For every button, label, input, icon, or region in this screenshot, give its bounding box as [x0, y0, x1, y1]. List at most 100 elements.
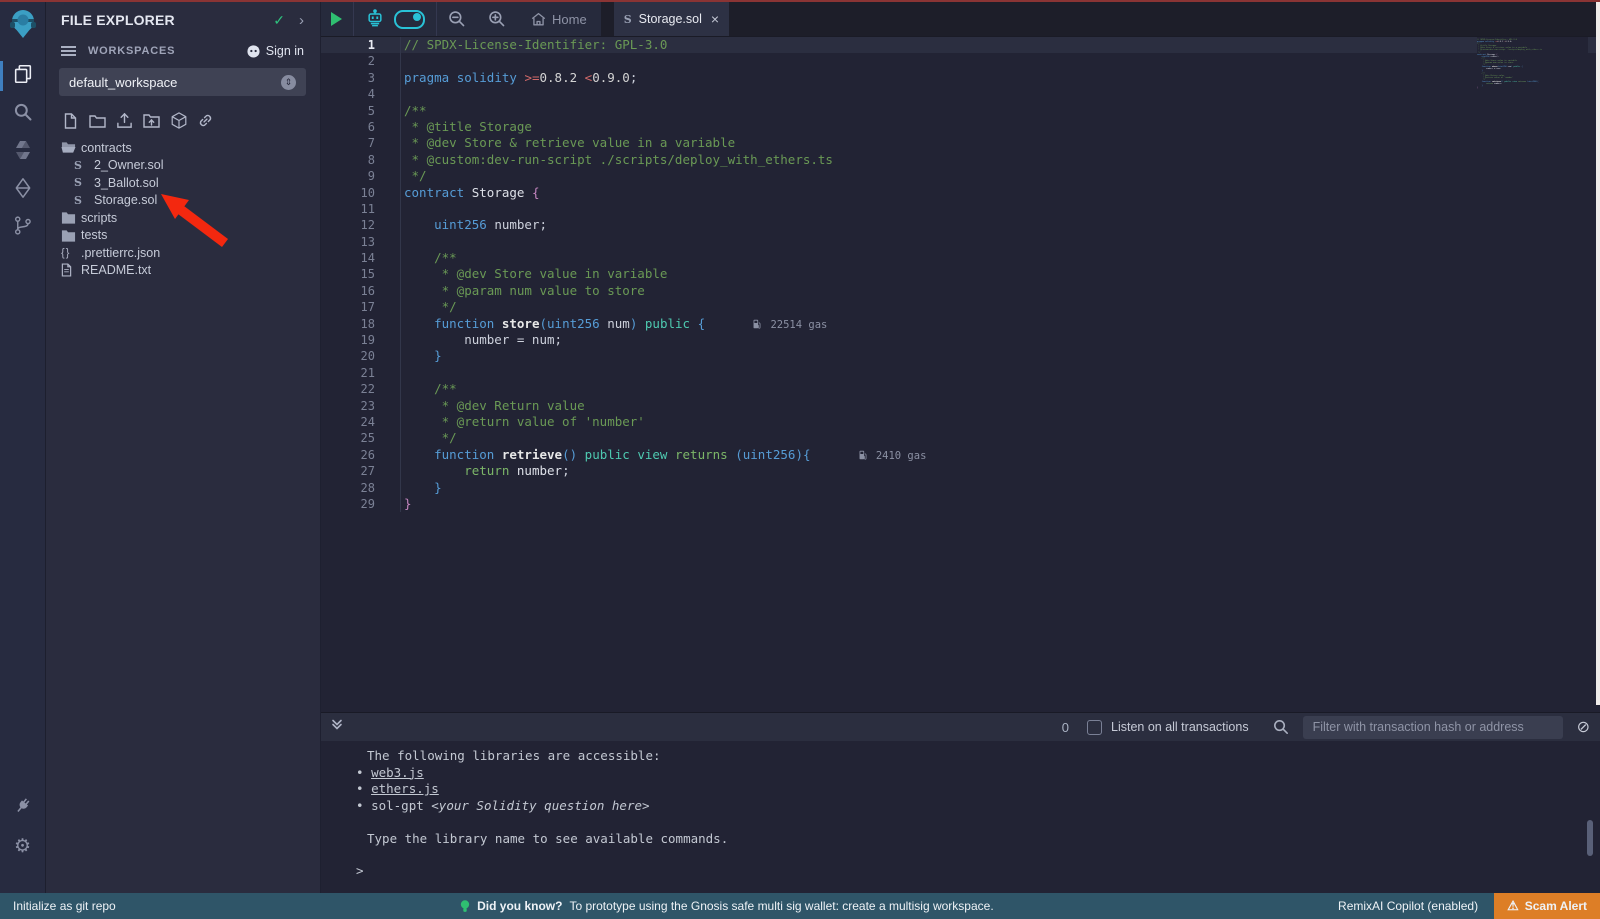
- line-number[interactable]: 12: [320, 217, 400, 233]
- cube-icon[interactable]: [170, 112, 187, 129]
- run-script-button[interactable]: [320, 2, 353, 36]
- line-number[interactable]: 14: [320, 250, 400, 266]
- code-line-25[interactable]: */: [401, 430, 1600, 446]
- file-tree-item-3_Ballot.sol[interactable]: S3_Ballot.sol: [45, 174, 320, 192]
- terminal-search-icon[interactable]: [1273, 719, 1289, 735]
- line-number[interactable]: 29: [320, 496, 400, 512]
- line-number[interactable]: 20: [320, 348, 400, 364]
- file-tree-item-scripts[interactable]: scripts: [45, 209, 320, 227]
- upload-file-icon[interactable]: [116, 112, 133, 129]
- line-number[interactable]: 21: [320, 365, 400, 381]
- sidebar-item-deploy-and-run[interactable]: [0, 171, 45, 209]
- home-tab-button[interactable]: Home: [517, 12, 601, 27]
- hamburger-menu-icon[interactable]: [61, 45, 76, 57]
- line-number[interactable]: 7: [320, 135, 400, 151]
- zoom-out-button[interactable]: [437, 2, 477, 36]
- minimap[interactable]: // SPDX-License-Identifier: GPL-3.0pragm…: [1477, 37, 1588, 712]
- terminal-link[interactable]: ethers.js: [371, 781, 439, 796]
- copilot-toggle[interactable]: [394, 10, 425, 29]
- line-number[interactable]: 6: [320, 119, 400, 135]
- sidebar-item-file-explorer[interactable]: [0, 57, 45, 95]
- line-number[interactable]: 11: [320, 201, 400, 217]
- scam-alert-button[interactable]: ⚠ Scam Alert: [1494, 893, 1600, 919]
- remix-logo-icon[interactable]: [8, 8, 38, 45]
- copilot-status[interactable]: RemixAI Copilot (enabled): [1338, 899, 1478, 913]
- code-line-23[interactable]: * @dev Return value: [401, 398, 1600, 414]
- code-line-4[interactable]: [401, 86, 1600, 102]
- clear-console-icon[interactable]: ⊘: [1577, 717, 1590, 737]
- code-line-9[interactable]: */: [401, 168, 1600, 184]
- collapse-terminal-icon[interactable]: [331, 718, 343, 736]
- code-line-26[interactable]: function retrieve() public view returns …: [401, 447, 1600, 463]
- line-number[interactable]: 2: [320, 53, 400, 69]
- terminal-link[interactable]: web3.js: [371, 765, 424, 780]
- line-number[interactable]: 16: [320, 283, 400, 299]
- code-line-5[interactable]: /**: [401, 103, 1600, 119]
- code-line-10[interactable]: contract Storage {: [401, 185, 1600, 201]
- line-number[interactable]: 5: [320, 103, 400, 119]
- line-number[interactable]: 8: [320, 152, 400, 168]
- ai-copilot-button[interactable]: [354, 2, 436, 36]
- sign-in-button[interactable]: Sign in: [246, 44, 304, 58]
- terminal-prompt[interactable]: >: [356, 863, 1600, 880]
- code-line-18[interactable]: function store(uint256 num) public { 225…: [401, 316, 1600, 332]
- code-line-15[interactable]: * @dev Store value in variable: [401, 266, 1600, 282]
- code-line-20[interactable]: }: [401, 348, 1600, 364]
- line-number[interactable]: 19: [320, 332, 400, 348]
- link-icon[interactable]: [197, 112, 214, 129]
- tab-storage-sol[interactable]: S Storage.sol ×: [614, 2, 729, 36]
- sidebar-item-settings[interactable]: ⚙: [0, 827, 45, 865]
- upload-folder-icon[interactable]: [143, 112, 160, 129]
- line-number[interactable]: 24: [320, 414, 400, 430]
- code-line-16[interactable]: * @param num value to store: [401, 283, 1600, 299]
- zoom-in-button[interactable]: [477, 2, 517, 36]
- line-number[interactable]: 10: [320, 185, 400, 201]
- new-file-icon[interactable]: [62, 112, 79, 129]
- line-number[interactable]: 25: [320, 430, 400, 446]
- line-number[interactable]: 3: [320, 70, 400, 86]
- sidebar-item-git[interactable]: [0, 209, 45, 247]
- terminal-scrollbar[interactable]: [1587, 820, 1593, 856]
- code-line-24[interactable]: * @return value of 'number': [401, 414, 1600, 430]
- code-line-11[interactable]: [401, 201, 1600, 217]
- code-line-21[interactable]: [401, 365, 1600, 381]
- file-tree-item-2_Owner.sol[interactable]: S2_Owner.sol: [45, 157, 320, 175]
- code-line-28[interactable]: }: [401, 480, 1600, 496]
- code-line-14[interactable]: /**: [401, 250, 1600, 266]
- listen-label[interactable]: Listen on all transactions: [1111, 720, 1249, 734]
- sidebar-item-solidity-compiler[interactable]: [0, 133, 45, 171]
- accept-check-icon[interactable]: ✓: [273, 12, 285, 29]
- code-line-3[interactable]: pragma solidity >=0.8.2 <0.9.0;: [401, 70, 1600, 86]
- file-tree-item-tests[interactable]: tests: [45, 227, 320, 245]
- file-tree-item-Storage.sol[interactable]: SStorage.sol: [45, 192, 320, 210]
- code-line-2[interactable]: [401, 53, 1600, 69]
- git-init-button[interactable]: Initialize as git repo: [13, 899, 116, 913]
- code-line-6[interactable]: * @title Storage: [401, 119, 1600, 135]
- sidebar-item-search[interactable]: [0, 95, 45, 133]
- code-line-8[interactable]: * @custom:dev-run-script ./scripts/deplo…: [401, 152, 1600, 168]
- line-number[interactable]: 17: [320, 299, 400, 315]
- line-number[interactable]: 27: [320, 463, 400, 479]
- code-line-27[interactable]: return number;: [401, 463, 1600, 479]
- line-number[interactable]: 4: [320, 86, 400, 102]
- file-tree-item-.prettierrc.json[interactable]: { }.prettierrc.json: [45, 244, 320, 262]
- code-line-17[interactable]: */: [401, 299, 1600, 315]
- code-line-29[interactable]: }: [401, 496, 1600, 512]
- line-number[interactable]: 23: [320, 398, 400, 414]
- code-editor[interactable]: 1234567891011121314151617181920212223242…: [320, 36, 1600, 712]
- close-tab-icon[interactable]: ×: [711, 11, 719, 27]
- file-tree-item-README.txt[interactable]: README.txt: [45, 262, 320, 280]
- sidebar-item-plugin-manager[interactable]: [0, 789, 45, 827]
- code-line-12[interactable]: uint256 number;: [401, 217, 1600, 233]
- code-line-1[interactable]: // SPDX-License-Identifier: GPL-3.0: [401, 37, 1600, 53]
- file-tree-item-contracts[interactable]: contracts: [45, 139, 320, 157]
- workspace-select[interactable]: default_workspace ⇕: [59, 68, 306, 96]
- line-number[interactable]: 18: [320, 316, 400, 332]
- line-number[interactable]: 26: [320, 447, 400, 463]
- line-number[interactable]: 22: [320, 381, 400, 397]
- code-line-19[interactable]: number = num;: [401, 332, 1600, 348]
- code-line-7[interactable]: * @dev Store & retrieve value in a varia…: [401, 135, 1600, 151]
- line-number[interactable]: 13: [320, 234, 400, 250]
- new-folder-icon[interactable]: [89, 112, 106, 129]
- line-number[interactable]: 1: [320, 37, 400, 53]
